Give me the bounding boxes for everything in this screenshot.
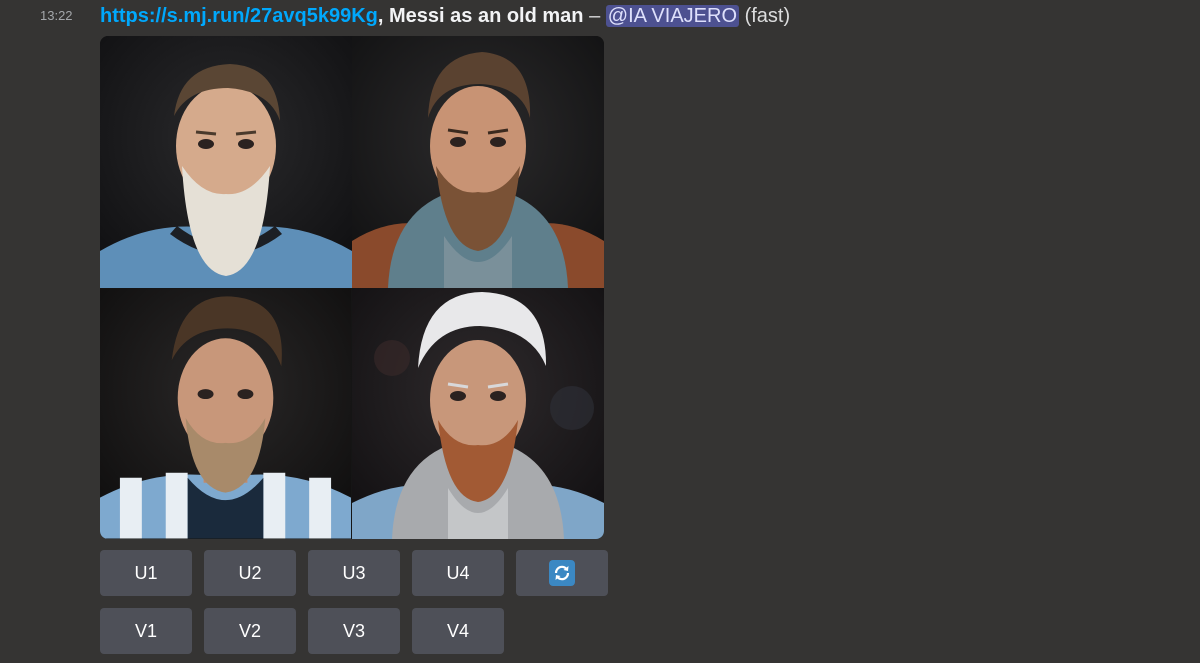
prompt-text: Messi as an old man: [389, 5, 584, 27]
reroll-button[interactable]: [516, 550, 608, 596]
refresh-icon: [549, 560, 575, 586]
upscale-button-u2[interactable]: U2: [204, 550, 296, 596]
portrait-man-striped-jersey-icon: [100, 288, 351, 539]
separator-dash: –: [589, 5, 601, 27]
user-mention[interactable]: @IA VIAJERO: [605, 5, 739, 27]
variation-button-v1[interactable]: V1: [100, 608, 192, 654]
message-header: https://s.mj.run/27avq5k99Kg, Messi as a…: [100, 3, 790, 29]
variation-button-v2[interactable]: V2: [204, 608, 296, 654]
bot-message: 13:22 https://s.mj.run/27avq5k99Kg, Mess…: [0, 0, 1200, 663]
image-tile-2[interactable]: [352, 36, 604, 288]
image-tile-1[interactable]: [100, 36, 352, 288]
comma: ,: [377, 5, 384, 27]
portrait-white-hair-grey-hoodie-icon: [352, 288, 604, 539]
variation-button-v4[interactable]: V4: [412, 608, 504, 654]
variation-button-row: V1 V2 V3 V4: [100, 608, 504, 654]
upscale-button-u1[interactable]: U1: [100, 550, 192, 596]
portrait-old-man-white-beard-jersey-icon: [100, 36, 352, 288]
image-grid[interactable]: [100, 36, 604, 539]
message-timestamp: 13:22: [40, 8, 73, 23]
portrait-bearded-man-hoodie-plaid-icon: [352, 36, 604, 288]
image-tile-3[interactable]: [100, 288, 352, 539]
upscale-button-row: U1 U2 U3 U4: [100, 550, 608, 596]
image-tile-4[interactable]: [352, 288, 604, 539]
generation-mode: (fast): [744, 5, 791, 27]
variation-button-v3[interactable]: V3: [308, 608, 400, 654]
prompt-link[interactable]: https://s.mj.run/27avq5k99Kg: [100, 5, 378, 27]
upscale-button-u4[interactable]: U4: [412, 550, 504, 596]
upscale-button-u3[interactable]: U3: [308, 550, 400, 596]
